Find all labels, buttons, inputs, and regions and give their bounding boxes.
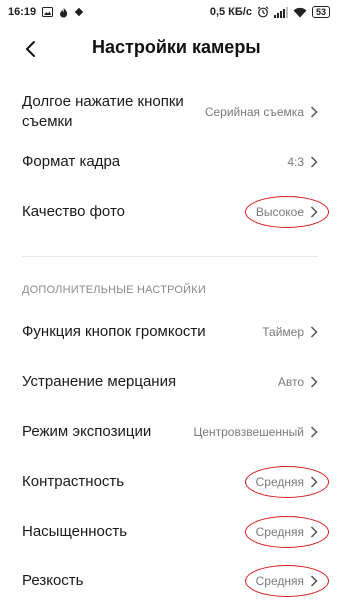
setting-value-group: Серийная съемка bbox=[205, 105, 318, 119]
wifi-icon bbox=[293, 7, 307, 18]
setting-label: Режим экспозиции bbox=[22, 423, 152, 440]
setting-label: Резкость bbox=[22, 572, 84, 589]
setting-label: Функция кнопок громкости bbox=[22, 323, 206, 340]
section-divider bbox=[22, 256, 318, 257]
chevron-right-icon bbox=[310, 326, 318, 338]
setting-value-group: 4:3 bbox=[287, 155, 318, 169]
setting-contrast[interactable]: Контрастность Средняя bbox=[0, 466, 338, 498]
setting-value: Средняя bbox=[255, 574, 304, 588]
chevron-right-icon bbox=[310, 106, 318, 118]
setting-value: Авто bbox=[277, 375, 304, 389]
setting-long-press-shutter[interactable]: Долгое нажатие кнопки съемки Серийная съ… bbox=[0, 86, 338, 138]
setting-label: Долгое нажатие кнопки съемки bbox=[22, 93, 184, 130]
setting-anti-flicker[interactable]: Устранение мерцания Авто bbox=[0, 366, 338, 398]
setting-value: Серийная съемка bbox=[204, 105, 304, 119]
setting-value-group: Средняя bbox=[244, 466, 329, 498]
setting-photo-quality[interactable]: Качество фото Высокое bbox=[0, 196, 338, 228]
network-speed: 0,5 КБ/с bbox=[209, 6, 252, 18]
chevron-right-icon bbox=[310, 156, 318, 168]
chevron-right-icon bbox=[310, 476, 318, 488]
chevron-right-icon bbox=[310, 526, 318, 538]
chevron-right-icon bbox=[310, 206, 318, 218]
setting-label: Формат кадра bbox=[22, 153, 121, 170]
back-arrow-icon bbox=[26, 41, 35, 57]
setting-volume-keys[interactable]: Функция кнопок громкости Таймер bbox=[0, 316, 338, 348]
setting-value: Средняя bbox=[255, 525, 304, 539]
status-right: 0,5 КБ/с 53 bbox=[210, 6, 330, 18]
setting-value-group: Высокое bbox=[244, 196, 329, 228]
setting-value-group: Средняя bbox=[244, 565, 329, 597]
battery-indicator: 53 bbox=[311, 6, 330, 18]
setting-saturation[interactable]: Насыщенность Средняя bbox=[0, 516, 338, 548]
setting-value: Высокое bbox=[255, 205, 304, 219]
diamond-notification-icon bbox=[74, 7, 84, 17]
setting-value-group: Авто bbox=[278, 375, 318, 389]
flame-notification-icon bbox=[59, 7, 68, 18]
setting-value: 4:3 bbox=[287, 155, 304, 169]
setting-value: Центровзвешенный bbox=[193, 425, 304, 439]
section-header-advanced: ДОПОЛНИТЕЛЬНЫЕ НАСТРОЙКИ bbox=[22, 284, 206, 296]
header: Настройки камеры bbox=[0, 28, 338, 70]
setting-label: Устранение мерцания bbox=[22, 373, 177, 390]
status-left: 16:19 bbox=[8, 6, 84, 18]
status-bar: 16:19 0,5 КБ/с 53 bbox=[0, 0, 338, 24]
page-title: Настройки камеры bbox=[92, 37, 261, 57]
alarm-icon bbox=[257, 6, 269, 18]
setting-value-group: Средняя bbox=[244, 516, 329, 548]
setting-value-group: Таймер bbox=[262, 325, 318, 339]
setting-value-group: Центровзвешенный bbox=[193, 425, 318, 439]
setting-label: Контрастность bbox=[22, 473, 125, 490]
chevron-right-icon bbox=[310, 376, 318, 388]
setting-label: Насыщенность bbox=[22, 523, 128, 540]
setting-value: Средняя bbox=[255, 475, 304, 489]
back-button[interactable] bbox=[18, 36, 42, 62]
setting-exposure-mode[interactable]: Режим экспозиции Центровзвешенный bbox=[0, 416, 338, 448]
chevron-right-icon bbox=[310, 575, 318, 587]
photo-notification-icon bbox=[42, 7, 54, 17]
status-time: 16:19 bbox=[8, 6, 37, 18]
setting-sharpness[interactable]: Резкость Средняя bbox=[0, 565, 338, 597]
setting-value: Таймер bbox=[262, 325, 304, 339]
signal-icon bbox=[273, 6, 288, 18]
setting-label: Качество фото bbox=[22, 203, 125, 220]
chevron-right-icon bbox=[310, 426, 318, 438]
setting-aspect-ratio[interactable]: Формат кадра 4:3 bbox=[0, 146, 338, 178]
